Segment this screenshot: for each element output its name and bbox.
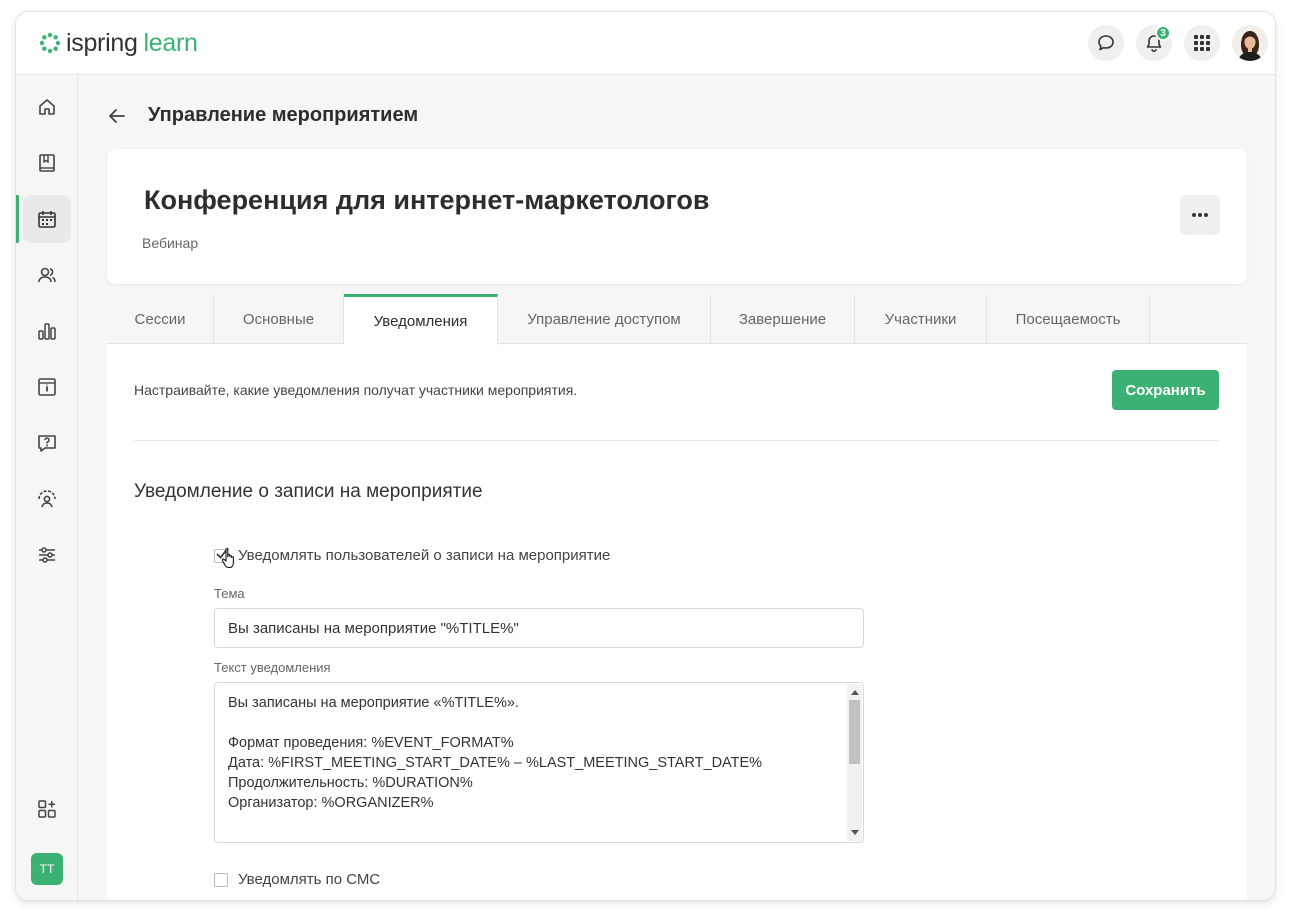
top-actions: 3 bbox=[1076, 25, 1268, 61]
body-textarea[interactable]: Вы записаны на мероприятие «%TITLE%». Фо… bbox=[214, 682, 864, 843]
sidebar-item-performance[interactable] bbox=[23, 475, 71, 523]
bar-chart-icon bbox=[38, 323, 56, 340]
logo[interactable]: ispring learn bbox=[38, 28, 198, 58]
tab-sessions[interactable]: Сессии bbox=[107, 294, 214, 344]
notification-count-badge: 3 bbox=[1155, 25, 1171, 41]
current-user-chip[interactable]: TT bbox=[31, 853, 63, 885]
top-bar: ispring learn 3 bbox=[16, 12, 1275, 75]
save-button[interactable]: Сохранить bbox=[1112, 370, 1219, 410]
chat-bubble-icon bbox=[1098, 35, 1114, 51]
users-icon bbox=[38, 267, 56, 283]
page-header: Управление мероприятием bbox=[106, 104, 418, 127]
app-window: ispring learn 3 TT Управление мероприяти… bbox=[16, 12, 1275, 900]
body-line: Формат проведения: %EVENT_FORMAT% bbox=[228, 735, 514, 751]
home-icon bbox=[39, 99, 55, 115]
sidebar-item-help[interactable] bbox=[23, 419, 71, 467]
body-line: Дата: %FIRST_MEETING_START_DATE% – %LAST… bbox=[228, 755, 763, 771]
apps-add-icon bbox=[38, 800, 56, 818]
sms-checkbox[interactable] bbox=[214, 872, 228, 887]
notify-enroll-row: Уведомлять пользователей о записи на мер… bbox=[214, 547, 610, 564]
chat-button[interactable] bbox=[1088, 25, 1124, 61]
more-actions-button[interactable] bbox=[1180, 195, 1220, 235]
back-arrow-icon[interactable] bbox=[106, 105, 128, 127]
page-title: Управление мероприятием bbox=[148, 104, 419, 126]
tab-bar: Сессии Основные Уведомления Управление д… bbox=[107, 294, 1247, 345]
more-dots-icon bbox=[1192, 213, 1208, 217]
body-line: Продолжительность: %DURATION% bbox=[228, 775, 473, 791]
sidebar: TT bbox=[16, 75, 78, 900]
body-label: Текст уведомления bbox=[214, 660, 331, 675]
sidebar-item-users[interactable] bbox=[23, 251, 71, 299]
logo-text-ispring: ispring bbox=[66, 28, 138, 57]
ispring-logo-icon bbox=[39, 32, 61, 54]
notifications-panel: Сессии Основные Уведомления Управление д… bbox=[107, 294, 1247, 900]
sms-label: Уведомлять по СМС bbox=[238, 871, 381, 888]
tab-attendance[interactable]: Посещаемость bbox=[987, 294, 1150, 344]
scroll-down-arrow-icon[interactable] bbox=[851, 830, 859, 835]
sidebar-item-reports[interactable] bbox=[23, 307, 71, 355]
tab-notifications[interactable]: Уведомления bbox=[344, 294, 498, 345]
scroll-up-arrow-icon[interactable] bbox=[851, 690, 859, 695]
avatar-portrait-icon bbox=[1232, 25, 1268, 61]
textarea-scrollbar[interactable] bbox=[847, 684, 862, 841]
calendar-icon bbox=[38, 211, 56, 228]
event-card: Конференция для интернет-маркетологов Ве… bbox=[107, 149, 1247, 284]
user-avatar[interactable] bbox=[1232, 25, 1268, 61]
book-icon bbox=[39, 154, 55, 172]
sidebar-item-events[interactable] bbox=[23, 195, 71, 243]
sms-row: Уведомлять по СМС bbox=[214, 871, 380, 888]
sidebar-item-info[interactable] bbox=[23, 363, 71, 411]
sidebar-item-settings[interactable] bbox=[23, 531, 71, 579]
section-title: Уведомление о записи на мероприятие bbox=[134, 481, 483, 502]
subject-label: Тема bbox=[214, 586, 245, 601]
grid-dots-icon bbox=[1194, 35, 1210, 51]
sidebar-item-add-apps[interactable] bbox=[23, 785, 71, 833]
event-title: Конференция для интернет-маркетологов bbox=[144, 185, 710, 215]
apps-grid-button[interactable] bbox=[1184, 25, 1220, 61]
notifications-button[interactable]: 3 bbox=[1136, 25, 1172, 61]
tab-access[interactable]: Управление доступом bbox=[498, 294, 711, 344]
sliders-icon bbox=[39, 547, 55, 563]
tab-general[interactable]: Основные bbox=[214, 294, 344, 344]
logo-text-learn: learn bbox=[143, 28, 198, 57]
body-line: Организатор: %ORGANIZER% bbox=[228, 795, 434, 811]
notify-enroll-label: Уведомлять пользователей о записи на мер… bbox=[238, 547, 611, 564]
sidebar-item-courses[interactable] bbox=[23, 139, 71, 187]
sidebar-active-indicator bbox=[16, 195, 19, 243]
body-line: Вы записаны на мероприятие «%TITLE%». bbox=[228, 695, 519, 711]
gauge-user-icon bbox=[38, 490, 56, 508]
hand-cursor-icon bbox=[221, 548, 234, 569]
info-card-icon bbox=[38, 378, 56, 396]
intro-text: Настраивайте, какие уведомления получат … bbox=[134, 382, 578, 398]
divider bbox=[134, 440, 1219, 441]
tab-completion[interactable]: Завершение bbox=[711, 294, 855, 344]
scroll-thumb[interactable] bbox=[849, 700, 860, 764]
tab-participants[interactable]: Участники bbox=[855, 294, 987, 344]
event-type: Вебинар bbox=[142, 235, 199, 251]
question-icon bbox=[38, 435, 56, 452]
sidebar-item-home[interactable] bbox=[23, 83, 71, 131]
subject-input[interactable] bbox=[214, 608, 864, 648]
